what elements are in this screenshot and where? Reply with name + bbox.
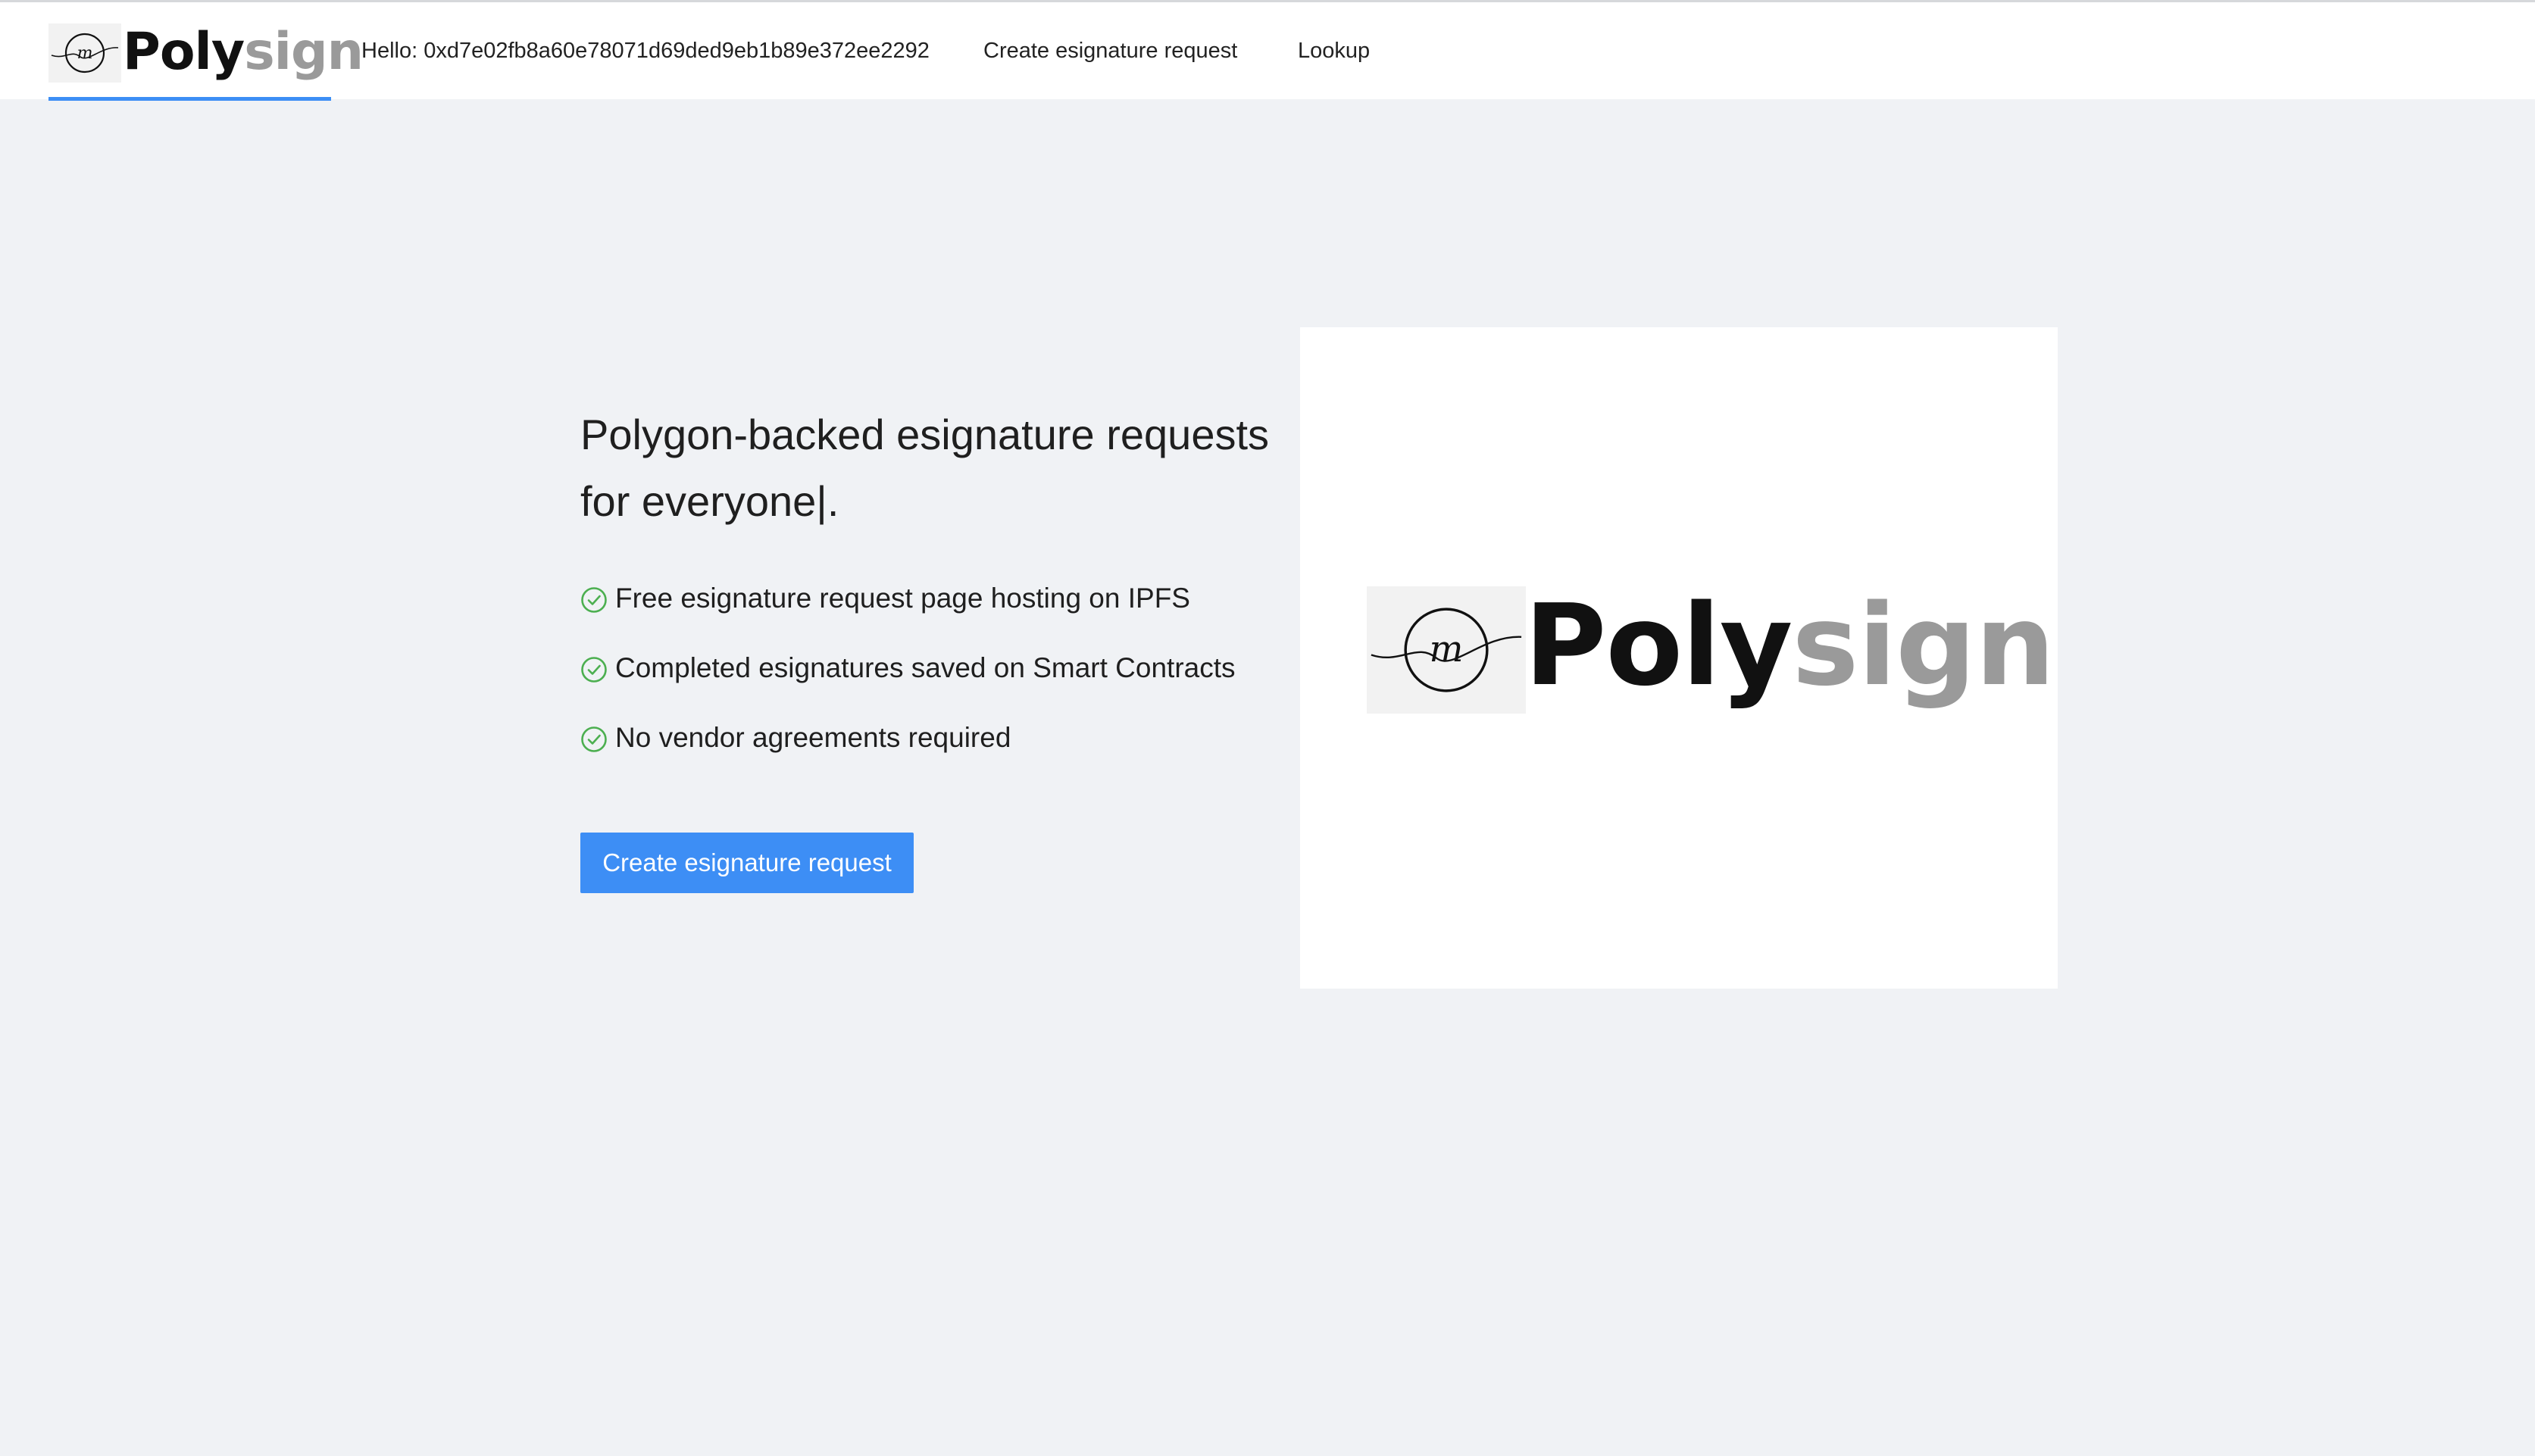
nav-wordmark: Polysign — [123, 22, 364, 82]
svg-text:m: m — [1430, 629, 1464, 670]
feature-item: Free esignature request page hosting on … — [580, 576, 1236, 645]
feature-list: Free esignature request page hosting on … — [580, 576, 1236, 785]
wallet-greeting: Hello: 0xd7e02fb8a60e78071d69ded9eb1b89e… — [361, 39, 930, 63]
feature-text: Completed esignatures saved on Smart Con… — [615, 652, 1236, 683]
hero-title: Polygon-backed esignature requests for e… — [580, 411, 1270, 525]
check-circle-icon — [581, 587, 607, 613]
check-circle-icon — [581, 726, 607, 752]
polysign-mark-icon: m — [48, 23, 121, 83]
feature-text: Free esignature request page hosting on … — [615, 583, 1190, 614]
polysign-mark-icon: m — [1367, 586, 1526, 714]
check-circle-icon — [581, 657, 607, 683]
nav-create-request-link[interactable]: Create esignature request — [983, 2, 1237, 99]
nav-logo-link[interactable]: m Polysign — [48, 2, 364, 101]
hero-wordmark: Polysign — [1524, 580, 2055, 711]
feature-item: Completed esignatures saved on Smart Con… — [580, 645, 1236, 715]
hero-logo-card: m Polysign — [1300, 327, 2058, 989]
create-esignature-request-button[interactable]: Create esignature request — [580, 833, 914, 893]
feature-item: No vendor agreements required — [580, 715, 1236, 785]
svg-text:m: m — [77, 44, 93, 63]
feature-text: No vendor agreements required — [615, 722, 1011, 753]
navbar: m Polysign Hello: 0xd7e02fb8a60e78071d69… — [0, 2, 2535, 101]
nav-lookup-link[interactable]: Lookup — [1298, 2, 1370, 99]
